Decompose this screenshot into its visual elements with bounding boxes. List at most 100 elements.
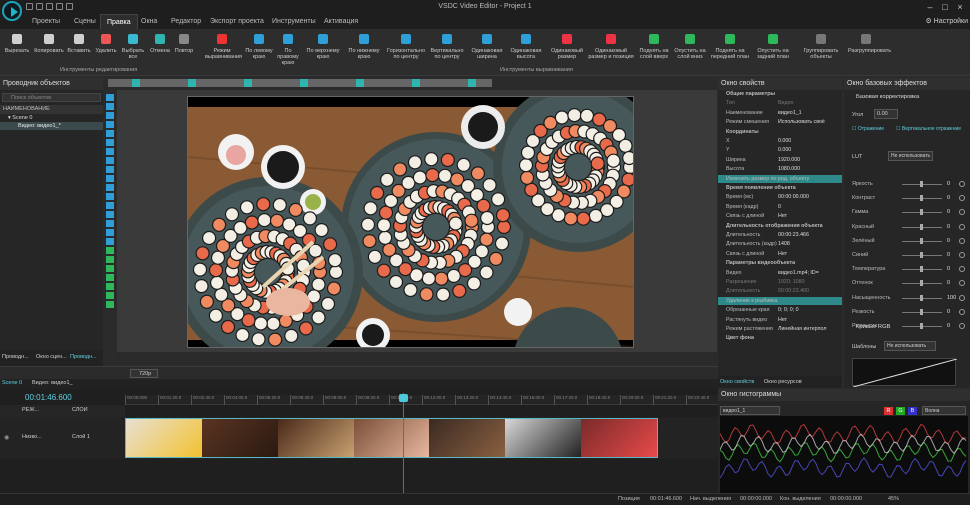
toolbar-icon-9[interactable] <box>180 79 188 87</box>
tab-properties[interactable]: Окно свойств <box>720 376 754 388</box>
property-row-15[interactable]: Длительность 00:00:23.466 <box>718 231 842 239</box>
toolbar-icon-7[interactable] <box>164 79 172 87</box>
ribbon-button-21[interactable]: Опустить на задний план <box>750 31 796 67</box>
ribbon-button-11[interactable]: По нижнему краю <box>346 31 382 67</box>
toolbar-icon-31[interactable] <box>356 79 364 87</box>
reset-icon-2[interactable] <box>959 209 965 216</box>
tool-icon-2[interactable] <box>106 112 114 119</box>
templates-select[interactable]: Не использовать <box>884 341 936 351</box>
lut-select[interactable]: Не использовать <box>888 151 933 161</box>
tab-projects[interactable]: Проекты <box>26 14 66 29</box>
tool-icon-8[interactable] <box>106 166 114 173</box>
property-row-16[interactable]: Длительность (кадр) 1408 <box>718 240 842 248</box>
curve-graph[interactable] <box>852 358 958 388</box>
settings-button[interactable]: ⚙ Настройки <box>925 16 968 27</box>
angle-input[interactable]: 0.00 <box>874 109 898 119</box>
tab-explorer-2[interactable]: Проводн... <box>70 350 97 364</box>
ribbon-button-1[interactable]: Копировать <box>33 31 65 67</box>
ribbon-button-15[interactable]: Одинаковая высота <box>506 31 546 67</box>
effect-knob-1[interactable] <box>920 195 923 202</box>
ribbon-button-13[interactable]: Вертикально по центру <box>428 31 466 67</box>
toolbar-icon-40[interactable] <box>428 79 436 87</box>
export-icon[interactable] <box>66 3 73 10</box>
reset-icon-6[interactable] <box>959 266 965 273</box>
ribbon-button-14[interactable]: Одинаковая ширина <box>470 31 504 67</box>
toolbar-icon-37[interactable] <box>404 79 412 87</box>
toolbar-icon-13[interactable] <box>212 79 220 87</box>
tool-icon-16[interactable] <box>106 238 114 245</box>
close-icon[interactable]: × <box>955 2 965 12</box>
effect-knob-9[interactable] <box>920 308 923 315</box>
toolbar-icon-28[interactable] <box>332 79 340 87</box>
tab-windows[interactable]: Окна <box>135 14 163 29</box>
explorer-search-input[interactable]: Поиск объектов <box>2 93 101 102</box>
reset-icon-8[interactable] <box>959 294 965 301</box>
toolbar-icon-19[interactable] <box>260 79 268 87</box>
reset-icon-3[interactable] <box>959 223 965 230</box>
toolbar-icon-18[interactable] <box>252 79 260 87</box>
toolbar-icon-34[interactable] <box>380 79 388 87</box>
toolbar-icon-41[interactable] <box>436 79 444 87</box>
tool-icon-10[interactable] <box>106 184 114 191</box>
toolbar-icon-47[interactable] <box>484 79 492 87</box>
toolbar-icon-45[interactable] <box>468 79 476 87</box>
toolbar-icon-14[interactable] <box>220 79 228 87</box>
tool-icon-15[interactable] <box>106 229 114 236</box>
flip-v-checkbox[interactable]: ☐ Вертикальное отражение <box>896 126 961 132</box>
preview-quality-select[interactable]: 720p <box>130 369 158 378</box>
effect-knob-10[interactable] <box>920 323 923 329</box>
toolbar-icon-32[interactable] <box>364 79 372 87</box>
toolbar-icon-44[interactable] <box>460 79 468 87</box>
tool-icon-7[interactable] <box>106 157 114 164</box>
property-row-21[interactable]: Длительность 00:00:23.400 <box>718 287 842 295</box>
track-blend[interactable]: Низко... <box>22 434 42 440</box>
reset-icon-9[interactable] <box>959 308 965 315</box>
toolbar-icon-39[interactable] <box>420 79 428 87</box>
toolbar-icon-20[interactable] <box>268 79 276 87</box>
toolbar-icon-42[interactable] <box>444 79 452 87</box>
tab-activation[interactable]: Активация <box>318 14 364 29</box>
property-row-8[interactable]: Высота 1080.000 <box>718 165 842 173</box>
effect-knob-2[interactable] <box>920 209 923 216</box>
tab-scene0[interactable]: Scene 0 <box>2 380 22 386</box>
red-channel-toggle[interactable]: R <box>884 407 893 415</box>
tab-resources[interactable]: Окно ресурсов <box>764 376 802 388</box>
tab-tools[interactable]: Инструменты <box>266 14 322 29</box>
property-row-5[interactable]: X 0.000 <box>718 137 842 145</box>
reset-icon-7[interactable] <box>959 280 965 287</box>
toolbar-icon-16[interactable] <box>236 79 244 87</box>
playhead-handle[interactable] <box>399 394 408 402</box>
toolbar-icon-33[interactable] <box>372 79 380 87</box>
toolbar-icon-24[interactable] <box>300 79 308 87</box>
toolbar-icon-6[interactable] <box>156 79 164 87</box>
effect-knob-0[interactable] <box>920 181 923 187</box>
ribbon-button-12[interactable]: Горизонтально по центру <box>386 31 426 67</box>
tab-scene-window[interactable]: Окно сцен... <box>36 350 67 364</box>
tool-icon-23[interactable] <box>106 301 114 308</box>
tab-edit[interactable]: Правка <box>100 14 138 29</box>
effect-knob-7[interactable] <box>920 280 923 287</box>
blue-channel-toggle[interactable]: B <box>908 407 917 415</box>
property-row-7[interactable]: Ширина 1920.000 <box>718 156 842 164</box>
toolbar-icon-2[interactable] <box>124 79 132 87</box>
toolbar-icon-22[interactable] <box>284 79 292 87</box>
tool-icon-20[interactable] <box>106 274 114 281</box>
property-row-17[interactable]: Связь с длиной Нет <box>718 250 842 258</box>
toolbar-icon-23[interactable] <box>292 79 300 87</box>
toolbar-icon-30[interactable] <box>348 79 356 87</box>
toolbar-icon-27[interactable] <box>324 79 332 87</box>
flip-h-checkbox[interactable]: ☐ Отражение <box>852 126 884 132</box>
tool-icon-0[interactable] <box>106 94 114 101</box>
reset-icon-4[interactable] <box>959 237 965 244</box>
tool-icon-9[interactable] <box>106 175 114 182</box>
video-preview[interactable] <box>187 96 634 348</box>
tool-icon-6[interactable] <box>106 148 114 155</box>
toolbar-icon-38[interactable] <box>412 79 420 87</box>
tool-icon-1[interactable] <box>106 103 114 110</box>
timeline-ruler[interactable]: 00:00:000 00:01:20.0 00:02:40.0 00:04:00.0 0… <box>125 395 718 405</box>
toolbar-icon-3[interactable] <box>132 79 140 87</box>
property-row-12[interactable]: Время (кадр) 0 <box>718 203 842 211</box>
property-row-3[interactable]: Режим смешения Использовать своё <box>718 118 842 126</box>
tab-video-timeline[interactable]: Видео: видео1_ <box>32 380 73 386</box>
effect-knob-5[interactable] <box>920 252 923 258</box>
